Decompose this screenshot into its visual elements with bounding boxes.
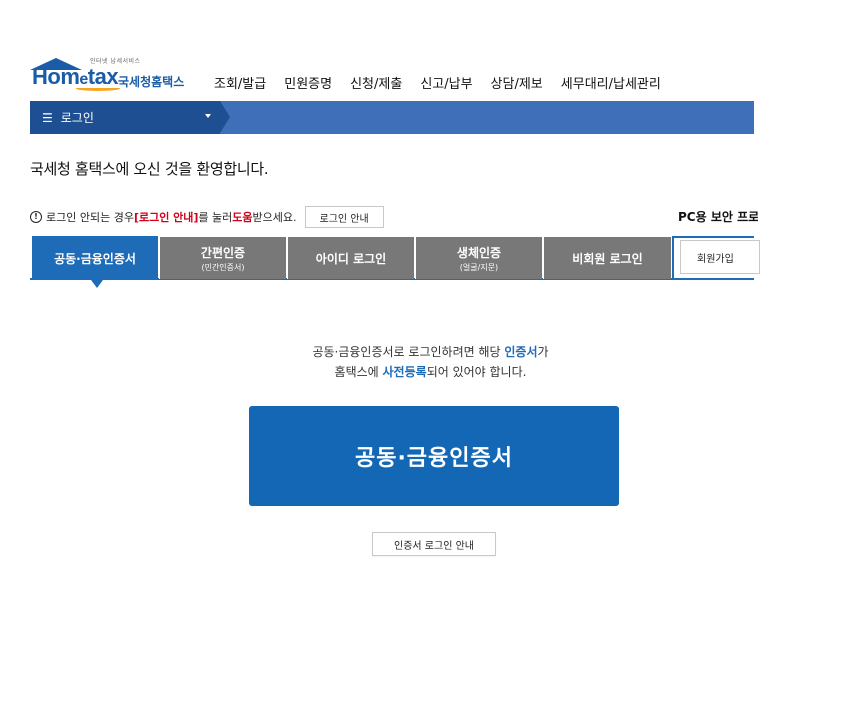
description-text: 가 <box>537 345 549 359</box>
description-text: 되어 있어야 합니다. <box>426 365 527 379</box>
pc-security-program-link[interactable]: PC용 보안 프로그램 <box>678 208 758 225</box>
location-menu-login[interactable]: ☰ 로그인 <box>30 101 220 134</box>
description-highlight: 사전등록 <box>382 365 427 379</box>
logo-korean-text: 국세청홈택스 <box>118 75 185 89</box>
logo-home-text: Hom <box>32 64 80 89</box>
notice-highlight-help: 도움 <box>232 211 253 224</box>
nav-item-civil-certificate[interactable]: 민원증명 <box>284 73 332 92</box>
hometax-logo[interactable]: 인터넷 납세서비스 Hometax 국세청홈택스 <box>30 56 190 96</box>
tab-biometric-auth[interactable]: 생체인증 (얼굴/지문) <box>415 237 542 279</box>
tab-sublabel: (민간인증서) <box>201 262 245 272</box>
tab-joint-financial-certificate[interactable]: 공동·금융인증서 <box>32 236 158 280</box>
hamburger-icon: ☰ <box>42 110 53 125</box>
exclamation-icon: ! <box>30 211 42 223</box>
page-title: 국세청 홈택스에 오신 것을 환영합니다. <box>30 160 269 178</box>
tab-non-member-login[interactable]: 비회원 로그인 <box>543 237 671 279</box>
certificate-login-guide-button[interactable]: 인증서 로그인 안내 <box>372 532 496 556</box>
tab-id-login[interactable]: 아이디 로그인 <box>287 237 414 279</box>
signup-button[interactable]: 회원가입 <box>680 240 760 274</box>
nav-item-application[interactable]: 신청/제출 <box>350 73 402 92</box>
tab-label: 아이디 로그인 <box>315 251 387 266</box>
location-menu-label: 로그인 <box>60 111 94 125</box>
description-line-2: 홈택스에 사전등록되어 있어야 합니다. <box>0 362 861 382</box>
active-tab-pointer-icon <box>91 280 103 288</box>
nav-item-report-payment[interactable]: 신고/납부 <box>420 73 472 92</box>
description-highlight: 인증서 <box>504 345 538 359</box>
location-bar: ☰ 로그인 <box>30 101 754 134</box>
description-line-1: 공동·금융인증서로 로그인하려면 해당 인증서가 <box>0 342 861 362</box>
tab-simple-auth[interactable]: 간편인증 (민간인증서) <box>159 237 286 279</box>
nav-item-inquiry[interactable]: 조회/발급 <box>214 73 266 92</box>
nav-item-tax-agent[interactable]: 세무대리/납세관리 <box>561 73 661 92</box>
caret-down-icon <box>205 114 211 118</box>
description-text: 공동·금융인증서로 로그인하려면 해당 <box>312 345 505 359</box>
notice-text-after: 받으세요. <box>252 211 297 224</box>
nav-item-consultation[interactable]: 상담/제보 <box>491 73 543 92</box>
notice-text-mid: 를 눌러 <box>198 211 233 224</box>
login-guide-button[interactable]: 로그인 안내 <box>304 206 384 228</box>
global-nav: 조회/발급 민원증명 신청/제출 신고/납부 상담/제보 세무대리/납세관리 <box>214 73 679 92</box>
description-text: 홈택스에 <box>334 365 383 379</box>
login-notice: ! 로그인 안되는 경우 [로그인 안내] 를 눌러 도움 받으세요. 로그인 … <box>30 206 384 228</box>
login-tabs: 공동·금융인증서 간편인증 (민간인증서) 아이디 로그인 생체인증 (얼굴/지… <box>30 236 760 288</box>
certificate-login-button[interactable]: 공동·금융인증서 <box>249 406 619 506</box>
location-arrow-icon <box>220 101 230 133</box>
tab-label: 비회원 로그인 <box>572 251 643 266</box>
notice-text-before: 로그인 안되는 경우 <box>46 211 134 224</box>
tab-sublabel: (얼굴/지문) <box>459 262 499 272</box>
tab-label: 간편인증 <box>200 245 246 260</box>
tab-label: 생체인증 <box>456 245 502 260</box>
notice-highlight-login-guide: [로그인 안내] <box>133 211 199 224</box>
certificate-description: 공동·금융인증서로 로그인하려면 해당 인증서가 홈택스에 사전등록되어 있어야… <box>0 342 861 382</box>
logo-swoosh-icon <box>76 86 120 91</box>
tab-label: 공동·금융인증서 <box>54 251 136 266</box>
